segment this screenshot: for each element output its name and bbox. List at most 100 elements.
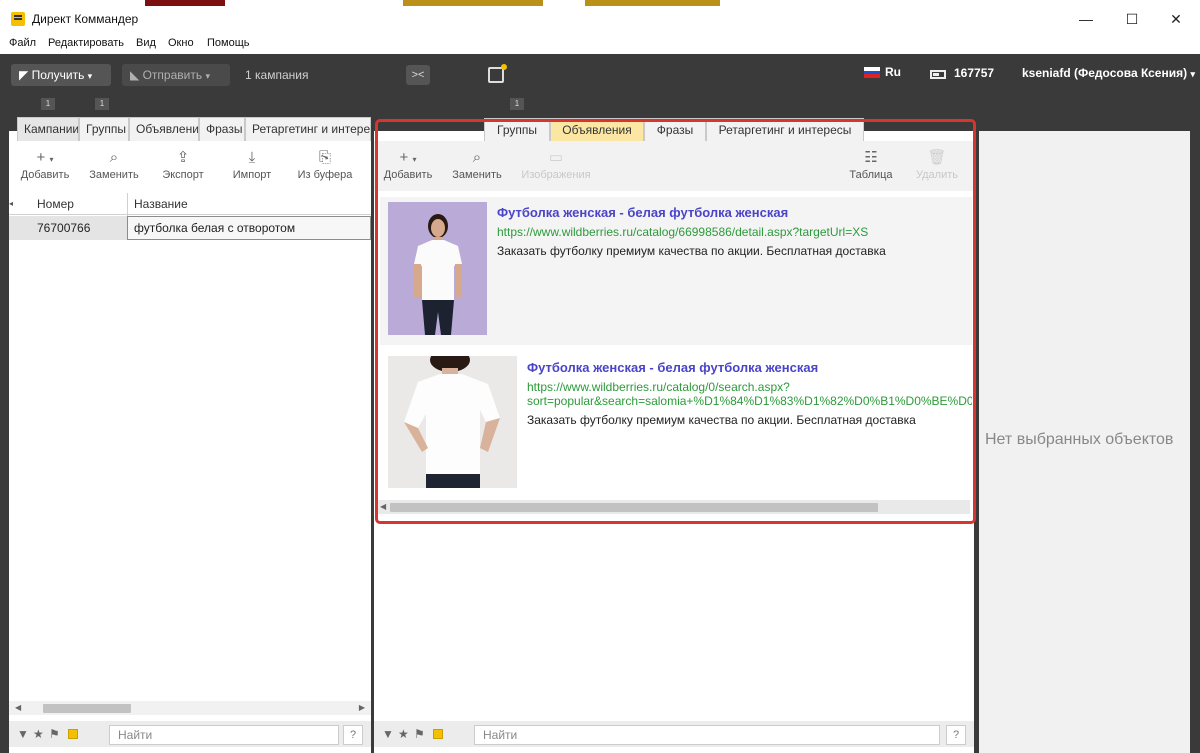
replace-button[interactable]: ⌕ Заменить bbox=[83, 149, 145, 181]
delete-button[interactable]: 🗑 Удалить bbox=[910, 149, 964, 181]
replace-label: Заменить bbox=[89, 169, 139, 181]
yellow-mark-icon[interactable] bbox=[68, 729, 78, 739]
maximize-button[interactable]: ☐ bbox=[1112, 8, 1152, 30]
app-toolbar: ◤ Получить ▾ ◣ Отправить ▾ 1 кампания ><… bbox=[0, 54, 1200, 96]
column-number[interactable]: Номер bbox=[31, 193, 127, 217]
table-view-label: Таблица bbox=[849, 169, 893, 181]
tab-retargeting[interactable]: Ретаргетинг и интересы bbox=[706, 118, 864, 142]
tab-phrases[interactable]: Фразы bbox=[199, 117, 245, 141]
tab-ads[interactable]: Объявления bbox=[550, 118, 644, 142]
get-button-label: Получить bbox=[31, 68, 85, 82]
send-button-label: Отправить bbox=[142, 68, 203, 82]
table-view-button[interactable]: ☷ Таблица bbox=[844, 149, 898, 181]
campaign-name[interactable]: футболка белая с отворотом bbox=[127, 216, 371, 240]
horizontal-scrollbar[interactable]: ◀ ▶ bbox=[9, 701, 371, 715]
star-icon[interactable]: ★ bbox=[33, 727, 44, 741]
star-icon[interactable]: ★ bbox=[398, 727, 409, 741]
menu-file[interactable]: Файл bbox=[9, 37, 36, 49]
import-button[interactable]: ⤓ Импорт bbox=[225, 149, 279, 181]
ad-preview-card[interactable]: Футболка женская - белая футболка женска… bbox=[380, 197, 972, 345]
scroll-thumb[interactable] bbox=[43, 704, 131, 713]
tab-ads[interactable]: Объявления bbox=[129, 117, 199, 141]
ads-horizontal-scrollbar[interactable]: ◀ bbox=[378, 500, 970, 514]
scroll-thumb[interactable] bbox=[390, 503, 878, 512]
replace-button[interactable]: ⌕ Заменить bbox=[448, 149, 506, 181]
chevron-down-icon: ▾ bbox=[205, 71, 210, 81]
russia-flag-icon bbox=[864, 67, 880, 78]
add-button[interactable]: + ▾ Добавить bbox=[17, 149, 73, 181]
images-button[interactable]: ▭ Изображения bbox=[518, 149, 594, 181]
replace-label: Заменить bbox=[452, 169, 502, 181]
search-icon: ⌕ bbox=[472, 149, 482, 166]
ad-url[interactable]: https://www.wildberries.ru/catalog/66998… bbox=[497, 225, 967, 239]
left-footer: ▼ ★ ⚑ Найти ? bbox=[9, 721, 371, 747]
add-label: Добавить bbox=[383, 169, 433, 181]
import-icon: ⤓ bbox=[248, 149, 256, 166]
get-button[interactable]: ◤ Получить ▾ bbox=[11, 64, 111, 86]
search-input[interactable]: Найти bbox=[109, 725, 339, 745]
images-label: Изображения bbox=[521, 169, 591, 181]
help-button[interactable]: ? bbox=[343, 725, 363, 745]
trash-icon: 🗑 bbox=[927, 149, 947, 166]
app-logo-icon bbox=[11, 12, 25, 26]
menu-view[interactable]: Вид bbox=[136, 37, 156, 49]
filter-icon[interactable]: ▼ bbox=[382, 727, 394, 741]
user-menu[interactable]: kseniafd (Федосова Ксения) ▾ bbox=[1022, 66, 1195, 80]
ad-url[interactable]: https://www.wildberries.ru/catalog/0/sea… bbox=[527, 380, 972, 394]
collapse-panels-button[interactable]: >< bbox=[406, 65, 430, 85]
table-row[interactable]: 76700766 футболка белая с отворотом bbox=[9, 216, 371, 240]
ad-preview-card[interactable]: Футболка женская - белая футболка женска… bbox=[380, 352, 972, 498]
language-selector[interactable]: Ru bbox=[885, 65, 901, 79]
clipboard-icon: ⎘ bbox=[318, 149, 331, 166]
send-button[interactable]: ◣ Отправить ▾ bbox=[122, 64, 230, 86]
user-name: kseniafd (Федосова Ксения) bbox=[1022, 66, 1188, 80]
ad-url-continued[interactable]: sort=popular&search=salomia+%D1%84%D1%83… bbox=[527, 394, 972, 408]
middle-footer: ▼ ★ ⚑ Найти ? bbox=[374, 721, 974, 747]
search-input[interactable]: Найти bbox=[474, 725, 940, 745]
tab-groups[interactable]: Группы bbox=[79, 117, 129, 141]
ad-title-link[interactable]: Футболка женская - белая футболка женска… bbox=[497, 205, 788, 220]
campaigns-panel: Кампании Группы Объявления Фразы Ретарге… bbox=[9, 117, 371, 753]
chevron-down-icon: ▾ bbox=[87, 71, 93, 81]
tab-groups[interactable]: Группы bbox=[484, 118, 550, 142]
table-icon: ☷ bbox=[864, 149, 878, 166]
media-library-icon[interactable] bbox=[488, 64, 507, 83]
account-balance: 167757 bbox=[954, 66, 995, 80]
chevron-down-icon: ▾ bbox=[1190, 69, 1195, 79]
scroll-left-icon[interactable]: ◀ bbox=[380, 500, 386, 514]
export-button[interactable]: ⇪ Экспорт bbox=[155, 149, 211, 181]
minimize-button[interactable]: — bbox=[1066, 8, 1106, 30]
work-area: 1 1 1 Кампании Группы Объявления Фразы Р… bbox=[0, 96, 1200, 753]
campaign-count: 1 кампания bbox=[245, 68, 309, 82]
middle-tabs: Группы Объявления Фразы Ретаргетинг и ин… bbox=[484, 118, 864, 142]
column-name[interactable]: Название bbox=[127, 193, 367, 217]
tag-icon[interactable]: ⚑ bbox=[49, 727, 60, 741]
from-clipboard-button[interactable]: ⎘ Из буфера bbox=[291, 149, 359, 181]
ad-title-link[interactable]: Футболка женская - белая футболка женска… bbox=[527, 360, 818, 375]
close-button[interactable]: ✕ bbox=[1156, 8, 1196, 30]
add-button[interactable]: + ▾ Добавить bbox=[380, 149, 436, 181]
window-title: Директ Коммандер bbox=[32, 12, 139, 26]
scroll-left-icon[interactable]: ◀ bbox=[15, 701, 21, 715]
yellow-mark-icon[interactable] bbox=[433, 729, 443, 739]
empty-selection-message: Нет выбранных объектов bbox=[985, 431, 1174, 448]
export-icon: ⇪ bbox=[176, 149, 190, 166]
tab-retargeting[interactable]: Ретаргетинг и интересы bbox=[245, 117, 371, 141]
app-window: Директ Коммандер — ☐ ✕ Файл Редактироват… bbox=[0, 6, 1200, 753]
search-icon: ⌕ bbox=[109, 149, 119, 166]
help-button[interactable]: ? bbox=[946, 725, 966, 745]
tag-icon[interactable]: ⚑ bbox=[414, 727, 425, 741]
menu-bar: Файл Редактировать Вид Окно Помощь bbox=[0, 32, 1200, 54]
campaign-number: 76700766 bbox=[37, 221, 91, 235]
menu-window[interactable]: Окно bbox=[168, 37, 194, 49]
from-clipboard-label: Из буфера bbox=[297, 169, 353, 181]
woman-in-tshirt-photo bbox=[388, 202, 487, 335]
campaigns-grid-header: ◂ Номер Название bbox=[9, 193, 371, 217]
tab-phrases[interactable]: Фразы bbox=[644, 118, 706, 142]
woman-in-tshirt-photo bbox=[388, 356, 517, 488]
scroll-right-icon[interactable]: ▶ bbox=[359, 701, 365, 715]
menu-help[interactable]: Помощь bbox=[207, 37, 250, 49]
tab-campaigns[interactable]: Кампании bbox=[17, 117, 79, 141]
menu-edit[interactable]: Редактировать bbox=[48, 37, 124, 49]
filter-icon[interactable]: ▼ bbox=[17, 727, 29, 741]
